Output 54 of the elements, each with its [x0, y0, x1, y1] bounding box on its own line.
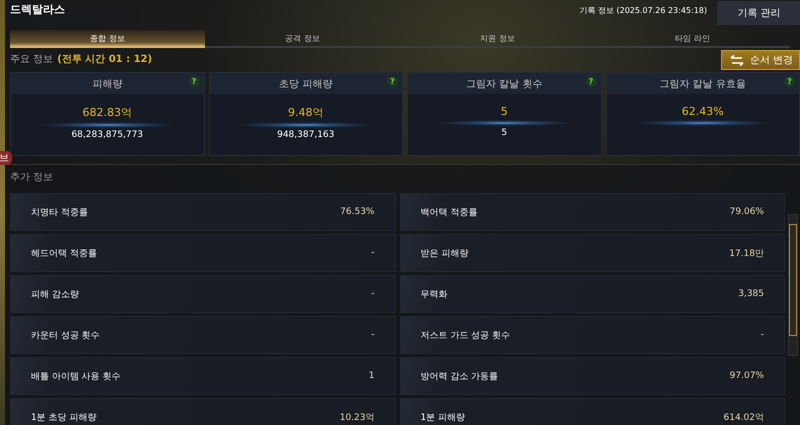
help-icon[interactable]: ?: [387, 76, 398, 87]
scroll-thumb[interactable]: [789, 224, 797, 336]
card-value: 682.83억: [82, 105, 132, 120]
stat-label: 1분 초당 피해량: [31, 412, 96, 424]
card-title: 그림자 칼날 유효율: [660, 78, 746, 90]
stat-value: 97.07%: [730, 371, 764, 381]
stat-label: 백어택 적중률: [420, 206, 478, 218]
stat-label: 헤드어택 적중률: [31, 248, 97, 260]
help-icon[interactable]: ?: [784, 76, 795, 87]
battle-time: (전투 시간 01 : 12): [57, 53, 152, 66]
record-manage-button[interactable]: 기록 관리: [717, 1, 800, 25]
stat-value: -: [760, 330, 764, 340]
reorder-button[interactable]: 순서 변경: [720, 50, 800, 70]
stat-label: 치명타 적중률: [31, 206, 88, 218]
stat-value: 3,385: [738, 289, 764, 299]
scrollbar[interactable]: [788, 214, 798, 356]
section-title: 주요 정보: [10, 53, 54, 66]
card-detail: 68,283,875,773: [71, 130, 144, 140]
stat-value: 76.53%: [340, 207, 374, 217]
stat-value: 1: [368, 371, 374, 381]
stat-label: 저스트 가드 성공 횟수: [420, 330, 510, 342]
card-value: 5: [500, 105, 508, 118]
stat-label: 무력화: [420, 288, 448, 300]
stat-value: -: [371, 248, 374, 258]
record-info: 기록 정보 (2025.07.26 23:45:18): [579, 4, 707, 16]
stat-label: 방어력 감소 가동률: [420, 370, 498, 382]
window-title: 드렉탈라스: [10, 2, 65, 16]
stat-label: 카운터 성공 횟수: [31, 330, 100, 342]
stat-value: -: [371, 330, 374, 340]
tab[interactable]: 종합 정보: [10, 30, 205, 48]
card-title: 피해량: [92, 78, 122, 90]
card-title: 그림자 칼날 횟수: [466, 78, 542, 90]
card-value: 62.43%: [682, 105, 724, 118]
section-title: 추가 정보: [10, 171, 54, 184]
tab[interactable]: 지원 정보: [400, 30, 595, 48]
stat-value: 614.02억: [724, 412, 764, 424]
swap-icon: [730, 54, 744, 66]
stat-label: 피해 감소량: [31, 288, 79, 300]
stat-value: 79.06%: [730, 207, 764, 217]
stat-label: 1분 피해량: [420, 412, 466, 424]
stat-label: 받은 피해량: [420, 248, 468, 260]
stat-value: 10.23억: [340, 412, 374, 424]
stat-value: 17.18만: [729, 248, 764, 260]
side-badge: 브: [0, 151, 12, 165]
card-detail: 5: [501, 128, 508, 138]
tab[interactable]: 타임 라인: [595, 30, 790, 48]
tab[interactable]: 공격 정보: [205, 30, 400, 48]
card-value: 9.48억: [288, 105, 324, 120]
card-detail: 948,387,163: [277, 130, 334, 140]
help-icon[interactable]: ?: [188, 76, 200, 87]
stat-label: 배틀 아이템 사용 횟수: [31, 370, 121, 382]
stat-value: -: [371, 289, 374, 299]
help-icon[interactable]: ?: [586, 76, 596, 87]
card-title: 초당 피해량: [279, 78, 332, 90]
